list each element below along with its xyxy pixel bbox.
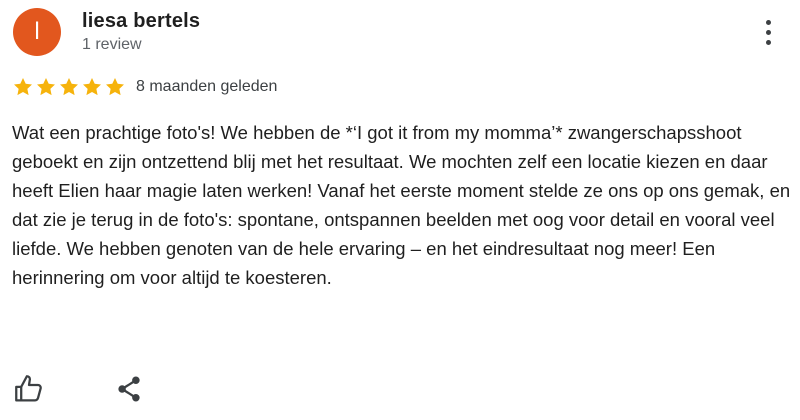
stars bbox=[12, 76, 126, 98]
author-name[interactable]: liesa bertels bbox=[82, 10, 200, 33]
avatar-initial: l bbox=[34, 18, 40, 45]
share-icon bbox=[118, 376, 140, 402]
review-card: l liesa bertels 1 review 8 maanden geled… bbox=[0, 0, 800, 420]
more-options-button[interactable] bbox=[752, 12, 784, 52]
share-button[interactable] bbox=[114, 374, 144, 404]
more-vert-icon bbox=[765, 19, 771, 25]
star-icon bbox=[83, 78, 101, 96]
star-icon bbox=[106, 78, 124, 96]
avatar[interactable]: l bbox=[13, 8, 61, 56]
star-icon bbox=[14, 78, 32, 96]
thumbs-up-icon bbox=[15, 375, 42, 402]
star-icon bbox=[60, 78, 78, 96]
star-icon bbox=[37, 78, 55, 96]
like-button[interactable] bbox=[12, 372, 46, 406]
star-rating: 8 maanden geleden bbox=[12, 76, 277, 98]
review-text: Wat een prachtige foto's! We hebben de *… bbox=[12, 122, 791, 288]
review-date: 8 maanden geleden bbox=[136, 78, 278, 95]
review-count: 1 review bbox=[82, 36, 142, 53]
